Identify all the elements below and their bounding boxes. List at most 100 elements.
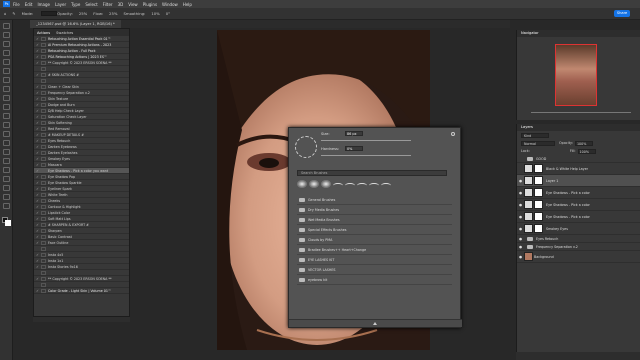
layer-row[interactable]: ● Smokey Eyes: [517, 223, 640, 235]
dialog-toggle-icon[interactable]: [41, 120, 46, 125]
layer-thumbnail[interactable]: [524, 224, 533, 233]
dialog-toggle-icon[interactable]: [41, 102, 46, 107]
layer-row[interactable]: ● Eye Shadows - Pick a color: [517, 199, 640, 211]
checkmark-icon[interactable]: ✓: [34, 229, 41, 233]
dodge-tool-icon[interactable]: [3, 149, 10, 155]
clone-stamp-tool-icon[interactable]: [3, 104, 10, 110]
dialog-toggle-icon[interactable]: [41, 168, 46, 173]
checkmark-icon[interactable]: ✓: [34, 109, 41, 113]
action-set-folder-icon[interactable]: [41, 288, 46, 293]
checkmark-icon[interactable]: ✓: [34, 61, 41, 65]
brush-preset[interactable]: [309, 180, 319, 188]
layer-row[interactable]: ● Eye Shadows - Pick a color: [517, 187, 640, 199]
dialog-toggle-icon[interactable]: [41, 60, 46, 65]
brush-preset[interactable]: [333, 183, 343, 188]
checkmark-icon[interactable]: ✓: [34, 217, 41, 221]
layer-mask-thumbnail[interactable]: [534, 212, 543, 221]
checkmark-icon[interactable]: ✓: [34, 169, 41, 173]
menu-image[interactable]: Image: [37, 2, 50, 7]
layer-mask-thumbnail[interactable]: [534, 224, 543, 233]
checkmark-icon[interactable]: ✓: [34, 127, 41, 131]
brush-folder[interactable]: EYE LASHES KIT: [297, 255, 452, 265]
dialog-toggle-icon[interactable]: [41, 126, 46, 131]
brush-preset[interactable]: [345, 183, 355, 188]
checkmark-icon[interactable]: ✓: [34, 91, 41, 95]
visibility-eye-icon[interactable]: ●: [517, 179, 524, 183]
blend-mode-select[interactable]: Normal: [521, 140, 555, 146]
dialog-toggle-icon[interactable]: [41, 198, 46, 203]
dialog-toggle-icon[interactable]: [41, 108, 46, 113]
brush-search-input[interactable]: Search Brushes: [297, 170, 447, 176]
dialog-toggle-icon[interactable]: [41, 144, 46, 149]
layer-thumbnail[interactable]: [524, 200, 533, 209]
menu-select[interactable]: Select: [85, 2, 97, 7]
checkmark-icon[interactable]: ✓: [34, 187, 41, 191]
layer-mask-thumbnail[interactable]: [534, 188, 543, 197]
gear-icon[interactable]: [451, 132, 455, 136]
dialog-toggle-icon[interactable]: [41, 90, 46, 95]
layer-row[interactable]: ● Layer 1: [517, 175, 640, 187]
checkmark-icon[interactable]: ✓: [34, 121, 41, 125]
smoothing-value[interactable]: 10%: [151, 11, 159, 16]
layer-thumbnail[interactable]: [524, 164, 533, 173]
checkmark-icon[interactable]: ✓: [34, 115, 41, 119]
dialog-toggle-icon[interactable]: [41, 252, 46, 257]
layer-mask-thumbnail[interactable]: [534, 164, 543, 173]
dialog-toggle-icon[interactable]: [41, 66, 46, 71]
visibility-eye-icon[interactable]: ●: [517, 203, 524, 207]
menu-help[interactable]: Help: [183, 2, 192, 7]
dialog-toggle-icon[interactable]: [41, 216, 46, 221]
checkmark-icon[interactable]: ✓: [34, 37, 41, 41]
document-tab[interactable]: _1234567.psd @ 16.6% (Layer 1, RGB/16) *: [30, 20, 121, 28]
menu-view[interactable]: View: [128, 2, 138, 7]
brush-angle-preview[interactable]: [295, 136, 317, 158]
brush-preset[interactable]: [357, 183, 367, 188]
marquee-tool-icon[interactable]: [3, 32, 10, 38]
layer-row[interactable]: ● Frequency Separation v.2: [517, 243, 640, 251]
layer-thumbnail[interactable]: [524, 176, 533, 185]
hand-tool-icon[interactable]: [3, 194, 10, 200]
pen-tool-icon[interactable]: [3, 158, 10, 164]
dialog-toggle-icon[interactable]: [41, 258, 46, 263]
brush-tool-icon[interactable]: ✎: [12, 11, 15, 16]
brush-folder[interactable]: Bradlee Brushes++ Heart+Change: [297, 245, 452, 255]
visibility-eye-icon[interactable]: ●: [517, 215, 524, 219]
zoom-tool-icon[interactable]: [3, 203, 10, 209]
menu-filter[interactable]: Filter: [103, 2, 113, 7]
navigator-thumbnail[interactable]: [555, 44, 597, 106]
opacity-value[interactable]: 25%: [79, 11, 87, 16]
checkmark-icon[interactable]: ✓: [34, 55, 41, 59]
dialog-toggle-icon[interactable]: [41, 84, 46, 89]
blur-tool-icon[interactable]: [3, 140, 10, 146]
checkmark-icon[interactable]: ✓: [34, 175, 41, 179]
checkmark-icon[interactable]: ✓: [34, 235, 41, 239]
dialog-toggle-icon[interactable]: [41, 222, 46, 227]
layer-row[interactable]: ● Eyes Retouch: [517, 235, 640, 243]
checkmark-icon[interactable]: ✓: [34, 193, 41, 197]
dialog-toggle-icon[interactable]: [41, 270, 46, 275]
checkmark-icon[interactable]: ✓: [34, 277, 41, 281]
type-tool-icon[interactable]: [3, 167, 10, 173]
visibility-eye-icon[interactable]: ●: [517, 255, 524, 259]
action-set-folder-icon[interactable]: [41, 42, 46, 47]
flow-value[interactable]: 25%: [109, 11, 117, 16]
checkmark-icon[interactable]: ✓: [34, 145, 41, 149]
dialog-toggle-icon[interactable]: [41, 210, 46, 215]
hardness-slider[interactable]: [321, 155, 411, 156]
layer-mask-thumbnail[interactable]: [534, 176, 543, 185]
layer-fill-field[interactable]: 100%: [577, 148, 596, 154]
eyedropper-tool-icon[interactable]: [3, 77, 10, 83]
brush-folder[interactable]: Special Effects Brushes: [297, 225, 452, 235]
action-set-folder-icon[interactable]: [41, 48, 46, 53]
eraser-tool-icon[interactable]: [3, 122, 10, 128]
brush-preset[interactable]: [321, 180, 331, 188]
tab-swatches[interactable]: Swatches: [56, 31, 73, 35]
checkmark-icon[interactable]: ✓: [34, 211, 41, 215]
layer-row[interactable]: ● Background: [517, 251, 640, 263]
checkmark-icon[interactable]: ✓: [34, 163, 41, 167]
checkmark-icon[interactable]: ✓: [34, 97, 41, 101]
dialog-toggle-icon[interactable]: [41, 234, 46, 239]
checkmark-icon[interactable]: ✓: [34, 265, 41, 269]
dialog-toggle-icon[interactable]: [41, 174, 46, 179]
checkmark-icon[interactable]: ✓: [34, 85, 41, 89]
